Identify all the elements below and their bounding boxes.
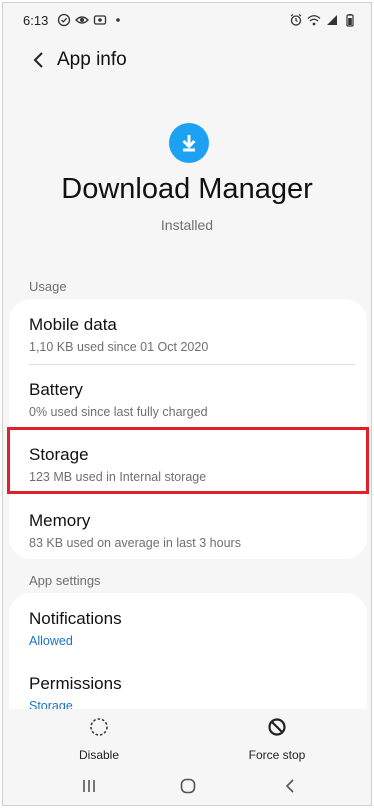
status-bar: 6:13 bbox=[3, 3, 371, 37]
battery-icon bbox=[346, 14, 354, 27]
app-icon bbox=[169, 123, 209, 163]
item-subtitle: 83 KB used on average in last 3 hours bbox=[29, 536, 241, 550]
nav-back-icon bbox=[285, 779, 294, 793]
item-title: Notifications bbox=[29, 609, 122, 628]
item-title: Battery bbox=[29, 380, 83, 399]
app-install-status: Installed bbox=[160, 217, 214, 233]
navigation-bar bbox=[3, 765, 371, 805]
item-subtitle: Allowed bbox=[29, 634, 73, 648]
mobile-data-item[interactable]: Mobile data 1,10 KB used since 01 Oct 20… bbox=[29, 315, 349, 354]
battery-item[interactable]: Battery 0% used since last fully charged bbox=[29, 380, 349, 419]
item-title: Permissions bbox=[29, 674, 122, 693]
home-button[interactable] bbox=[173, 775, 203, 797]
check-circle-icon bbox=[57, 13, 71, 27]
signal-icon bbox=[327, 15, 337, 25]
action-bar: Disable Force stop bbox=[3, 709, 371, 765]
memory-item[interactable]: Memory 83 KB used on average in last 3 h… bbox=[29, 511, 349, 550]
back-button[interactable] bbox=[27, 47, 53, 73]
dot-icon bbox=[116, 18, 120, 22]
app-settings-section-label: App settings bbox=[29, 573, 101, 588]
app-bar: App info bbox=[3, 43, 371, 79]
home-icon bbox=[180, 778, 196, 794]
app-name: Download Manager bbox=[61, 173, 313, 205]
force-stop-icon bbox=[268, 718, 286, 736]
back-arrow-icon bbox=[33, 52, 43, 68]
status-left-icons bbox=[57, 13, 125, 27]
notifications-item[interactable]: Notifications Allowed bbox=[29, 609, 349, 648]
status-time: 6:13 bbox=[23, 13, 49, 28]
item-subtitle: 1,10 KB used since 01 Oct 2020 bbox=[29, 340, 209, 354]
disable-button[interactable]: Disable bbox=[39, 717, 159, 762]
recents-button[interactable] bbox=[74, 775, 104, 797]
divider bbox=[29, 364, 355, 365]
item-title: Mobile data bbox=[29, 315, 117, 334]
status-right-icons bbox=[289, 13, 357, 27]
recents-icon bbox=[83, 780, 95, 792]
eye-icon bbox=[75, 16, 89, 24]
nav-back-button[interactable] bbox=[275, 775, 305, 797]
force-stop-button[interactable]: Force stop bbox=[217, 717, 337, 762]
download-icon bbox=[182, 135, 196, 152]
screen-record-icon bbox=[93, 15, 107, 25]
alarm-icon bbox=[290, 14, 302, 26]
item-subtitle: 0% used since last fully charged bbox=[29, 405, 208, 419]
page-title: App info bbox=[57, 49, 127, 70]
disable-label: Disable bbox=[78, 748, 120, 762]
permissions-item[interactable]: Permissions Storage bbox=[29, 674, 349, 713]
storage-highlight-box bbox=[7, 427, 369, 494]
usage-section-label: Usage bbox=[29, 279, 67, 294]
disable-icon bbox=[90, 718, 108, 736]
force-stop-label: Force stop bbox=[248, 748, 306, 762]
wifi-icon bbox=[307, 15, 321, 26]
item-title: Memory bbox=[29, 511, 91, 530]
phone-screen: 6:13 App info Download Manager Installed… bbox=[2, 2, 372, 806]
